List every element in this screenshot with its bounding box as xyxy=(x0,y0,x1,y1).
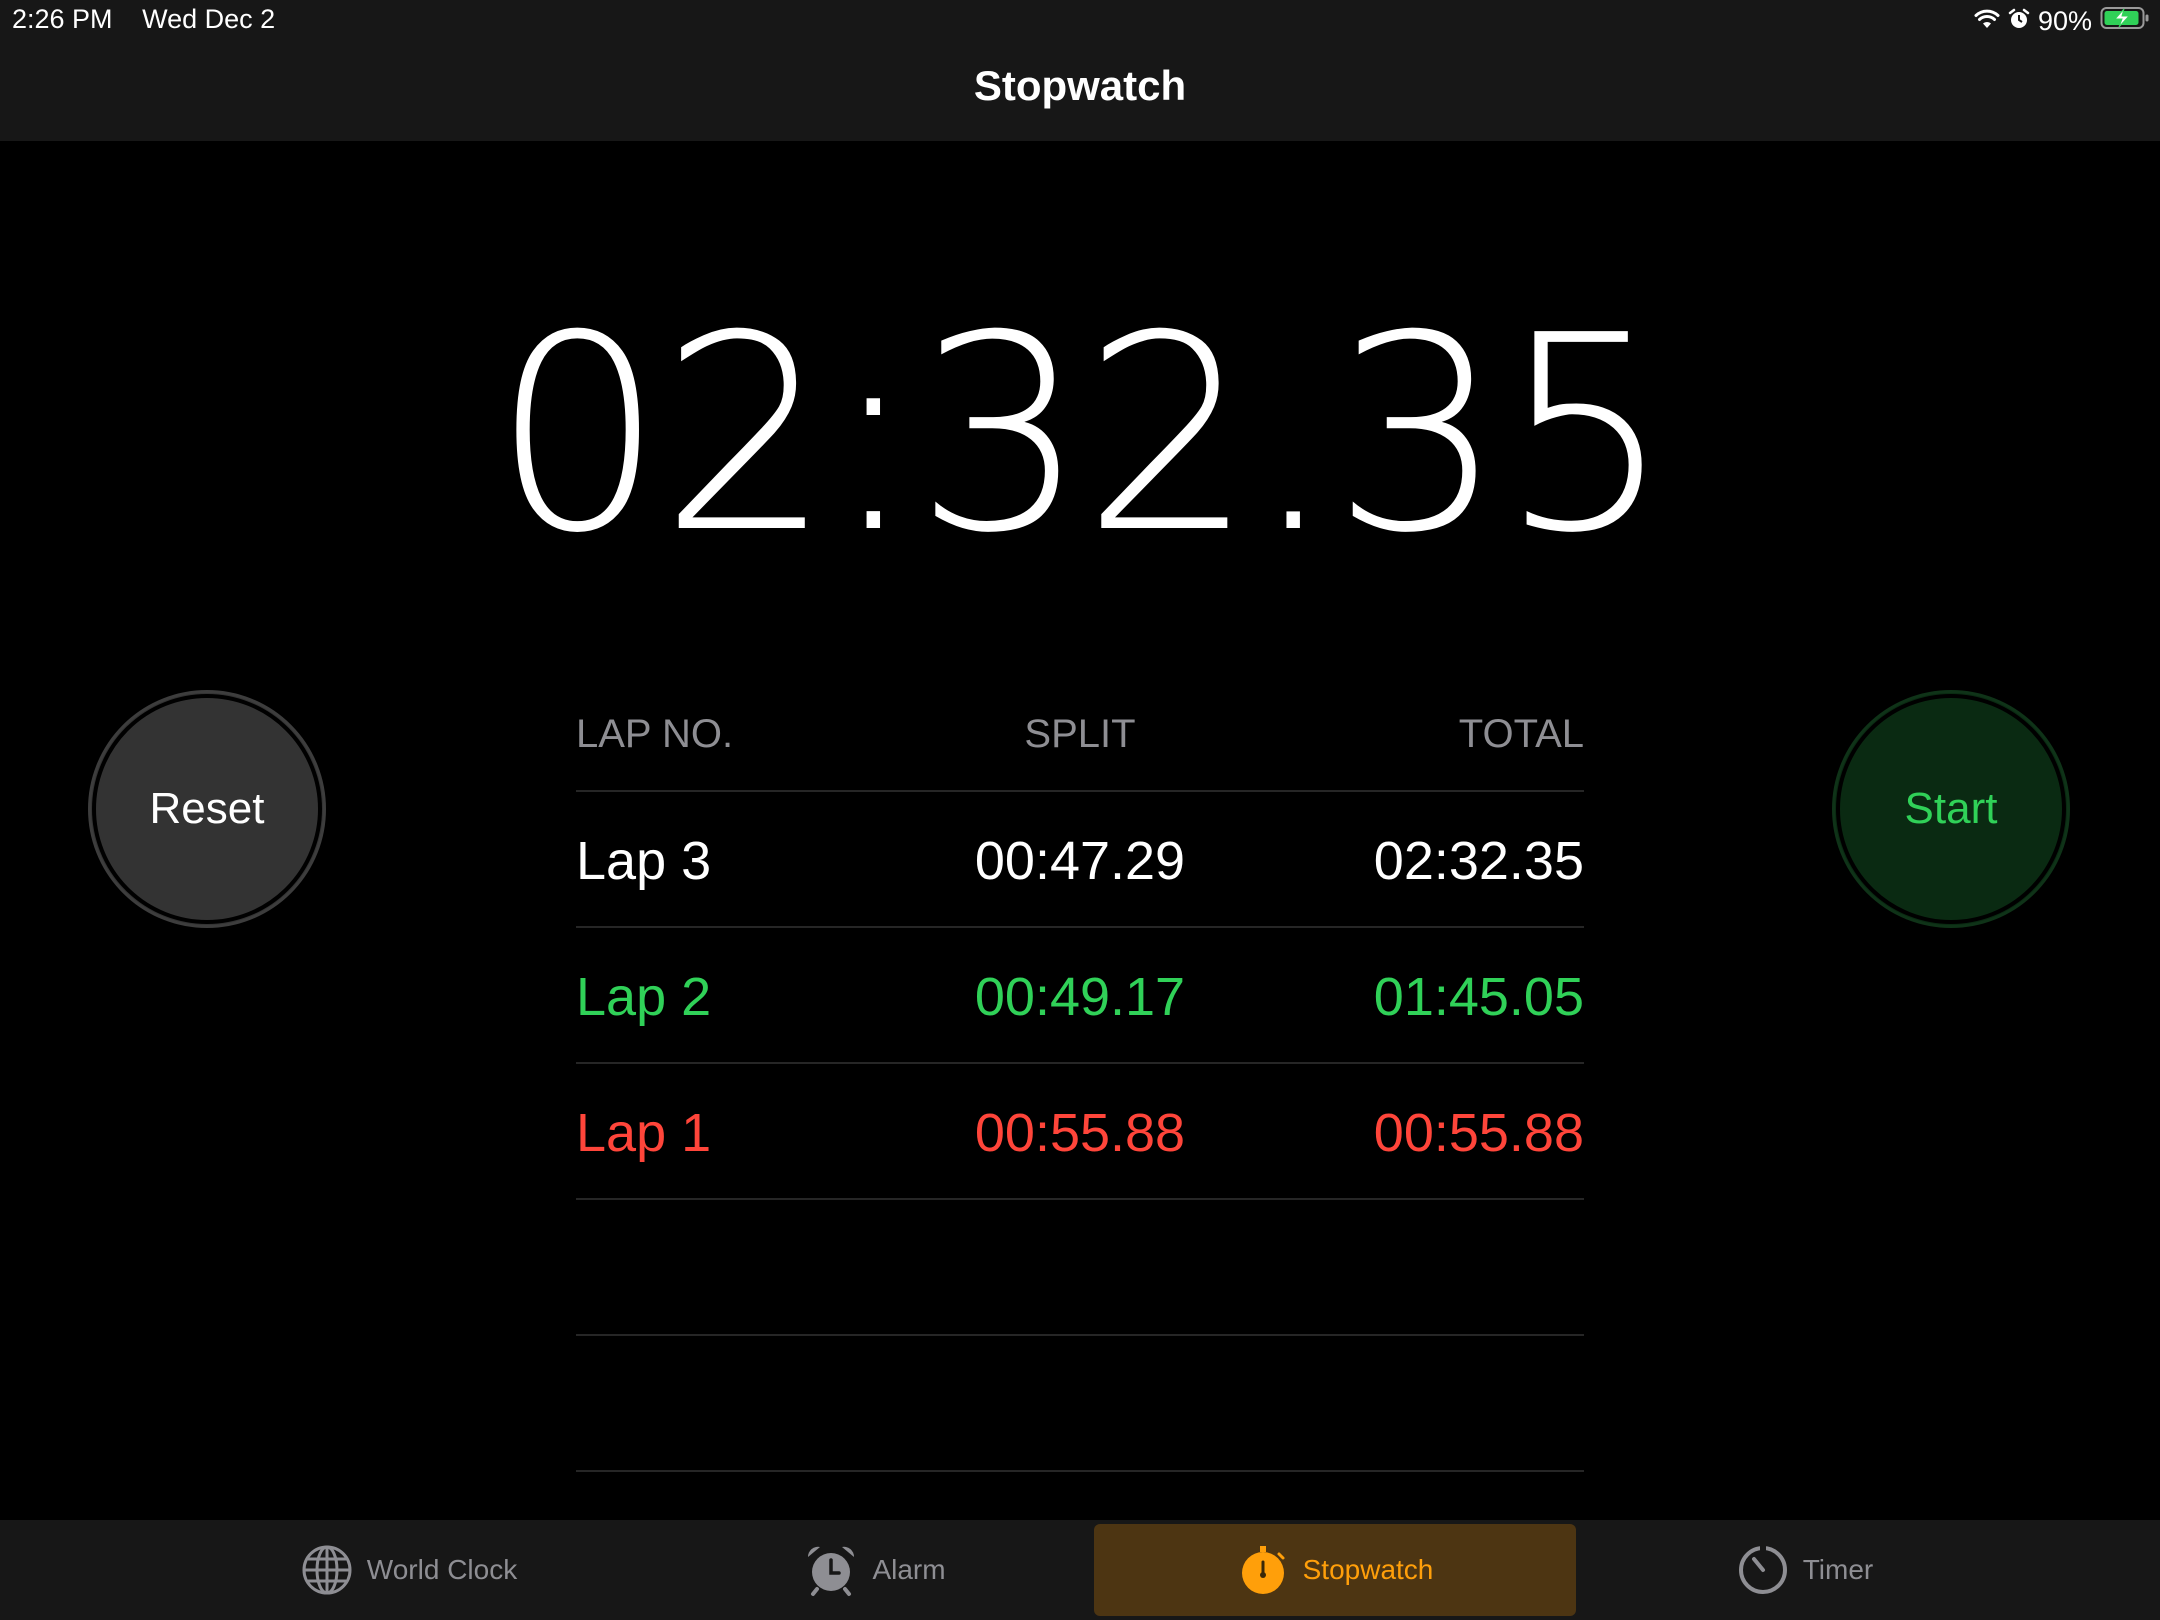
start-button[interactable]: Start xyxy=(1832,690,2070,928)
lap-row-best: Lap 2 00:49.17 01:45.05 xyxy=(576,928,1584,1064)
lap-row-worst: Lap 1 00:55.88 00:55.88 xyxy=(576,1064,1584,1200)
status-time: 2:26 PM xyxy=(12,4,113,34)
start-button-label: Start xyxy=(1836,694,2066,924)
stopwatch-time-display: 02:32.35 xyxy=(492,277,1672,592)
header-total: TOTAL xyxy=(1458,712,1584,756)
globe-icon xyxy=(301,1544,353,1596)
tab-timer[interactable]: Timer xyxy=(1720,1524,1890,1616)
reset-button-label: Reset xyxy=(92,694,322,924)
tab-label: Stopwatch xyxy=(1302,1554,1434,1585)
page-title: Stopwatch xyxy=(973,62,1187,109)
timer-icon xyxy=(1737,1544,1789,1596)
status-bar-left: 2:26 PM Wed Dec 2 xyxy=(12,4,297,35)
lap-table-header: LAP NO. SPLIT TOTAL xyxy=(576,700,1584,792)
lap-total: 00:55.88 xyxy=(1373,1103,1584,1163)
alarm-status-icon xyxy=(2008,6,2030,37)
tab-label: Timer xyxy=(1802,1554,1874,1585)
tab-bar: World Clock Alarm Stopwatch Timer xyxy=(0,1520,2160,1620)
tab-label: Alarm xyxy=(872,1554,946,1585)
stopwatch-screen: 2:26 PM Wed Dec 2 90% Stopwatch 02:32.35… xyxy=(0,0,2160,1620)
tab-alarm[interactable]: Alarm xyxy=(760,1524,990,1616)
tab-world-clock[interactable]: World Clock xyxy=(244,1524,574,1616)
empty-lap-row xyxy=(576,1336,1584,1472)
stopwatch-icon xyxy=(1237,1544,1289,1596)
reset-button[interactable]: Reset xyxy=(88,690,326,928)
battery-charging-icon xyxy=(2100,6,2150,37)
tab-label: World Clock xyxy=(366,1554,518,1585)
status-date: Wed Dec 2 xyxy=(142,4,276,34)
alarm-clock-icon xyxy=(804,1543,858,1597)
wifi-icon xyxy=(1974,6,2000,37)
status-bar-right: 90% xyxy=(1974,4,2150,38)
lap-row: Lap 3 00:47.29 02:32.35 xyxy=(576,792,1584,928)
lap-table[interactable]: LAP NO. SPLIT TOTAL Lap 3 00:47.29 02:32… xyxy=(576,700,1584,1472)
top-bar: 2:26 PM Wed Dec 2 90% Stopwatch xyxy=(0,0,2160,141)
empty-lap-row xyxy=(576,1200,1584,1336)
tab-stopwatch[interactable]: Stopwatch xyxy=(1094,1524,1576,1616)
battery-percentage: 90% xyxy=(2037,5,2092,36)
header-split: SPLIT xyxy=(1024,712,1136,756)
lap-total: 01:45.05 xyxy=(1373,967,1584,1027)
lap-total: 02:32.35 xyxy=(1373,831,1584,891)
